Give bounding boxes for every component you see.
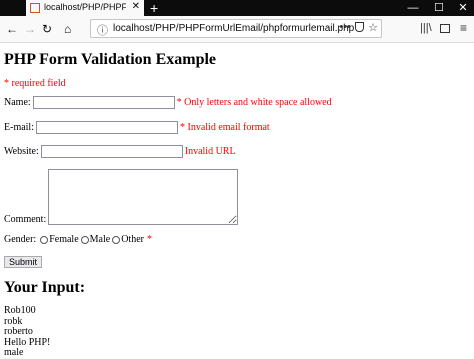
reload-icon[interactable]: ↻ — [42, 22, 52, 36]
gender-male-radio[interactable] — [80, 235, 89, 244]
email-label: E-mail: — [4, 122, 34, 133]
output-line: Rob100 — [4, 305, 36, 316]
website-input[interactable] — [40, 145, 183, 158]
output-heading: Your Input: — [4, 279, 86, 296]
gender-required-mark: * — [146, 234, 152, 245]
minimize-button[interactable]: — — [400, 0, 426, 16]
email-row: E-mail: * Invalid email format — [4, 121, 270, 134]
comment-textarea[interactable] — [48, 169, 239, 225]
hamburger-menu-icon[interactable]: ≡ — [460, 21, 467, 35]
gender-label: Gender: — [4, 234, 37, 245]
name-input[interactable] — [32, 96, 175, 109]
tab-title: localhost/PHP/PHPFormUrlEm — [44, 2, 126, 12]
gender-other-label: Other — [121, 234, 144, 245]
back-icon[interactable]: ← — [6, 22, 18, 36]
nav-bar: ← → ↻ ⌂ ⓘ localhost/PHP/PHPFormUrlEmail/… — [0, 16, 474, 43]
info-icon[interactable]: ⓘ — [97, 22, 108, 38]
maximize-button[interactable]: ☐ — [426, 0, 452, 16]
submit-button[interactable]: Submit — [4, 256, 43, 268]
submit-row: Submit — [4, 256, 43, 268]
browser-tab[interactable]: localhost/PHP/PHPFormUrlEm ✕ — [26, 0, 144, 16]
comment-row: Comment: — [4, 169, 239, 225]
address-bar[interactable]: ⓘ localhost/PHP/PHPFormUrlEmail/phpformu… — [90, 19, 382, 38]
comment-label: Comment: — [4, 214, 47, 225]
close-tab-icon[interactable]: ✕ — [132, 1, 140, 12]
website-error: Invalid URL — [184, 146, 236, 157]
library-icon[interactable]: |||\ — [420, 22, 432, 34]
gender-female-label: Female — [49, 234, 79, 245]
home-icon[interactable]: ⌂ — [64, 22, 71, 36]
gender-male-label: Male — [89, 234, 111, 245]
gender-female-radio[interactable] — [40, 235, 49, 244]
name-label: Name: — [4, 97, 31, 108]
bookmark-star-icon[interactable]: ☆ — [368, 21, 378, 34]
pocket-icon[interactable] — [355, 22, 364, 32]
gender-row: Gender: Female Male Other * — [4, 234, 152, 245]
new-tab-button[interactable]: + — [150, 0, 158, 16]
page-title: PHP Form Validation Example — [4, 51, 217, 68]
website-row: Website: Invalid URL — [4, 145, 236, 158]
email-error: * Invalid email format — [180, 122, 270, 133]
sidebar-icon[interactable] — [440, 24, 450, 33]
output-list: Rob100 robk roberto Hello PHP! male — [4, 305, 50, 359]
required-note: * required field — [4, 78, 66, 89]
email-input[interactable] — [36, 121, 178, 134]
name-error: * Only letters and white space allowed — [176, 97, 332, 108]
output-line: roberto — [4, 326, 33, 337]
page-actions-icon[interactable]: ••• — [339, 21, 351, 33]
name-row: Name: * Only letters and white space all… — [4, 96, 332, 109]
tab-bar: localhost/PHP/PHPFormUrlEm ✕ + — ☐ ✕ — [0, 0, 474, 16]
url-text: localhost/PHP/PHPFormUrlEmail/phpformurl… — [113, 23, 355, 34]
gender-other-radio[interactable] — [112, 235, 121, 244]
close-window-button[interactable]: ✕ — [450, 0, 474, 16]
website-label: Website: — [4, 146, 39, 157]
favicon-icon — [30, 3, 40, 13]
forward-icon[interactable]: → — [24, 22, 36, 36]
